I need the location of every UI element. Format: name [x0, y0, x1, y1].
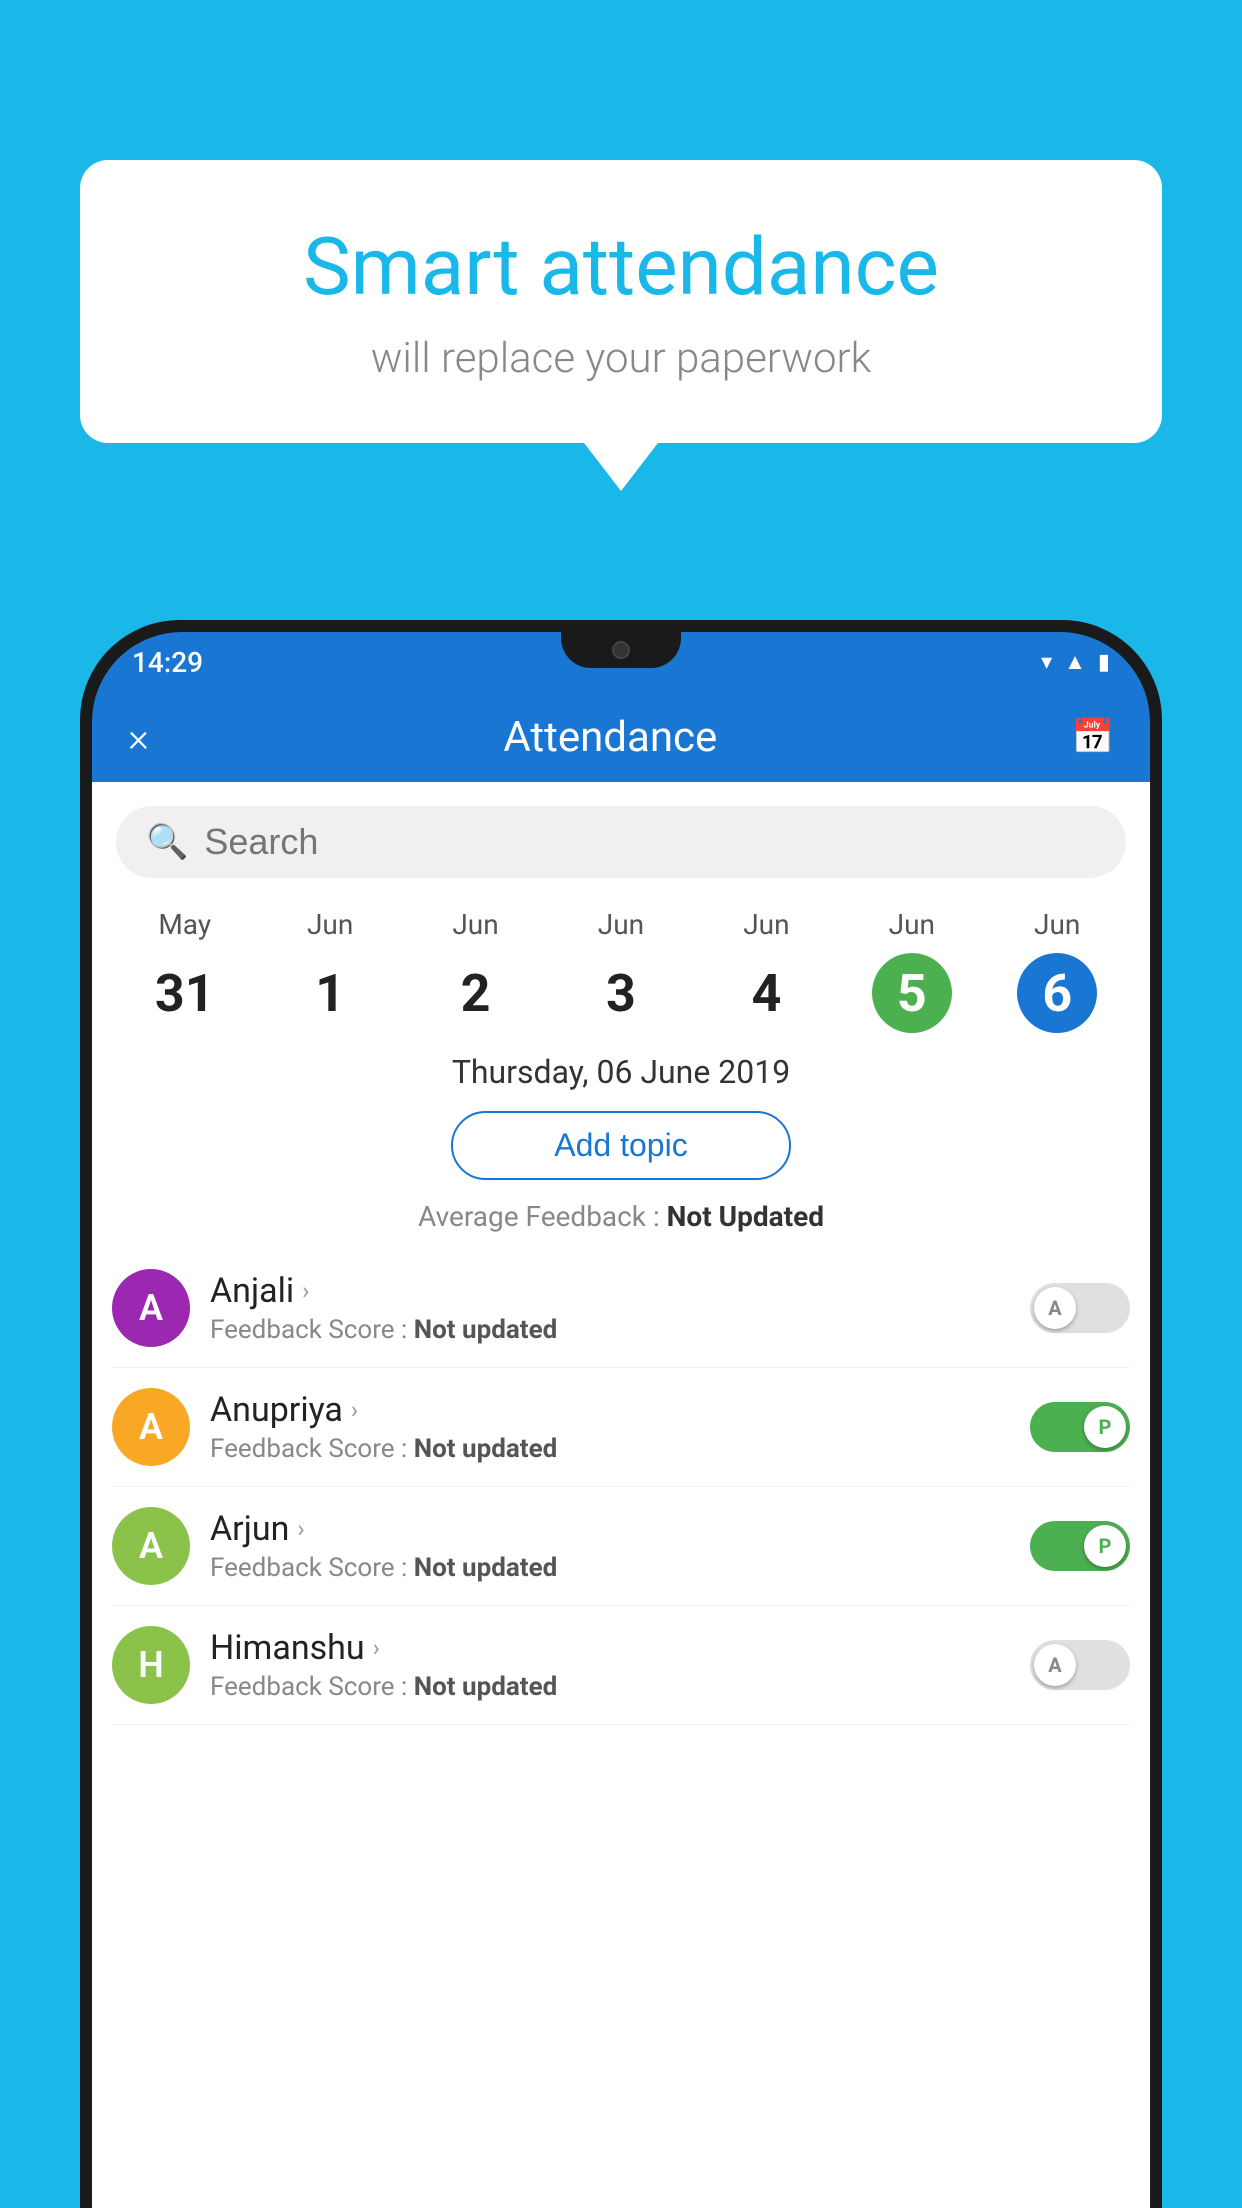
date-month: Jun	[1034, 908, 1080, 941]
student-row[interactable]: A Arjun › Feedback Score : Not updated P	[112, 1487, 1130, 1606]
add-topic-button[interactable]: Add topic	[451, 1111, 791, 1180]
attendance-toggle[interactable]: A	[1030, 1640, 1130, 1690]
close-button[interactable]: ×	[128, 714, 149, 761]
bubble-title: Smart attendance	[160, 220, 1082, 314]
app-content: 🔍 May 31 Jun 1 Jun 2 Jun 3 Jun 4 Jun 5 Jun 6 Thursday…	[92, 782, 1150, 2208]
toggle-knob: P	[1084, 1406, 1126, 1448]
chevron-icon: ›	[297, 1515, 304, 1543]
date-month: May	[158, 908, 211, 941]
date-col[interactable]: Jun 6	[1017, 908, 1097, 1033]
calendar-icon[interactable]: 📅	[1072, 717, 1114, 757]
date-number: 4	[726, 953, 806, 1033]
date-col[interactable]: May 31	[145, 908, 225, 1033]
date-month: Jun	[598, 908, 644, 941]
chevron-icon: ›	[373, 1634, 380, 1662]
camera	[612, 641, 630, 659]
battery-icon: ▮	[1098, 650, 1110, 675]
avg-feedback-value: Not Updated	[667, 1200, 824, 1233]
student-info: Arjun › Feedback Score : Not updated	[210, 1509, 1010, 1583]
student-name: Anjali ›	[210, 1271, 1010, 1311]
date-month: Jun	[743, 908, 789, 941]
avg-feedback: Average Feedback : Not Updated	[92, 1180, 1150, 1249]
speech-bubble: Smart attendance will replace your paper…	[80, 160, 1162, 443]
date-col[interactable]: Jun 3	[581, 908, 661, 1033]
date-number: 6	[1017, 953, 1097, 1033]
student-row[interactable]: H Himanshu › Feedback Score : Not updated A	[112, 1606, 1130, 1725]
student-feedback: Feedback Score : Not updated	[210, 1434, 1010, 1464]
toggle-knob: P	[1084, 1525, 1126, 1567]
student-name: Arjun ›	[210, 1509, 1010, 1549]
student-feedback: Feedback Score : Not updated	[210, 1672, 1010, 1702]
student-avatar: A	[112, 1269, 190, 1347]
student-feedback: Feedback Score : Not updated	[210, 1553, 1010, 1583]
student-feedback: Feedback Score : Not updated	[210, 1315, 1010, 1345]
date-month: Jun	[307, 908, 353, 941]
student-info: Anjali › Feedback Score : Not updated	[210, 1271, 1010, 1345]
date-month: Jun	[452, 908, 498, 941]
student-row[interactable]: A Anjali › Feedback Score : Not updated A	[112, 1249, 1130, 1368]
attendance-toggle[interactable]: P	[1030, 1521, 1130, 1571]
notch	[561, 632, 681, 668]
wifi-icon: ▾	[1041, 650, 1052, 675]
student-row[interactable]: A Anupriya › Feedback Score : Not updated P	[112, 1368, 1130, 1487]
date-col[interactable]: Jun 2	[436, 908, 516, 1033]
chevron-icon: ›	[302, 1277, 309, 1305]
toggle-knob: A	[1034, 1644, 1076, 1686]
status-bar: 14:29 ▾ ▲ ▮	[92, 632, 1150, 692]
date-number: 31	[145, 953, 225, 1033]
student-name: Anupriya ›	[210, 1390, 1010, 1430]
attendance-toggle[interactable]: A	[1030, 1283, 1130, 1333]
student-info: Himanshu › Feedback Score : Not updated	[210, 1628, 1010, 1702]
date-number: 5	[872, 953, 952, 1033]
date-number: 3	[581, 953, 661, 1033]
status-time: 14:29	[132, 646, 203, 679]
date-col[interactable]: Jun 5	[872, 908, 952, 1033]
date-col[interactable]: Jun 4	[726, 908, 806, 1033]
search-bar[interactable]: 🔍	[116, 806, 1126, 878]
header-title: Attendance	[503, 713, 717, 762]
selected-date: Thursday, 06 June 2019	[92, 1043, 1150, 1111]
app-header: × Attendance 📅	[92, 692, 1150, 782]
date-month: Jun	[889, 908, 935, 941]
status-icons: ▾ ▲ ▮	[1041, 649, 1110, 675]
student-list: AAnjali ›Feedback Score : Not updatedAAA…	[92, 1249, 1150, 1725]
student-name: Himanshu ›	[210, 1628, 1010, 1668]
bubble-subtitle: will replace your paperwork	[160, 334, 1082, 383]
student-info: Anupriya › Feedback Score : Not updated	[210, 1390, 1010, 1464]
search-input[interactable]	[204, 821, 1096, 863]
chevron-icon: ›	[351, 1396, 358, 1424]
phone-inner: 14:29 ▾ ▲ ▮ × Attendance 📅 🔍	[92, 632, 1150, 2208]
student-avatar: A	[112, 1388, 190, 1466]
attendance-toggle[interactable]: P	[1030, 1402, 1130, 1452]
student-avatar: A	[112, 1507, 190, 1585]
date-number: 1	[290, 953, 370, 1033]
avg-feedback-label: Average Feedback :	[418, 1200, 667, 1233]
search-icon: 🔍	[146, 822, 188, 862]
student-avatar: H	[112, 1626, 190, 1704]
toggle-knob: A	[1034, 1287, 1076, 1329]
date-number: 2	[436, 953, 516, 1033]
phone-frame: 14:29 ▾ ▲ ▮ × Attendance 📅 🔍	[80, 620, 1162, 2208]
signal-icon: ▲	[1064, 649, 1086, 675]
date-col[interactable]: Jun 1	[290, 908, 370, 1033]
date-strip: May 31 Jun 1 Jun 2 Jun 3 Jun 4 Jun 5 Jun 6	[92, 878, 1150, 1043]
